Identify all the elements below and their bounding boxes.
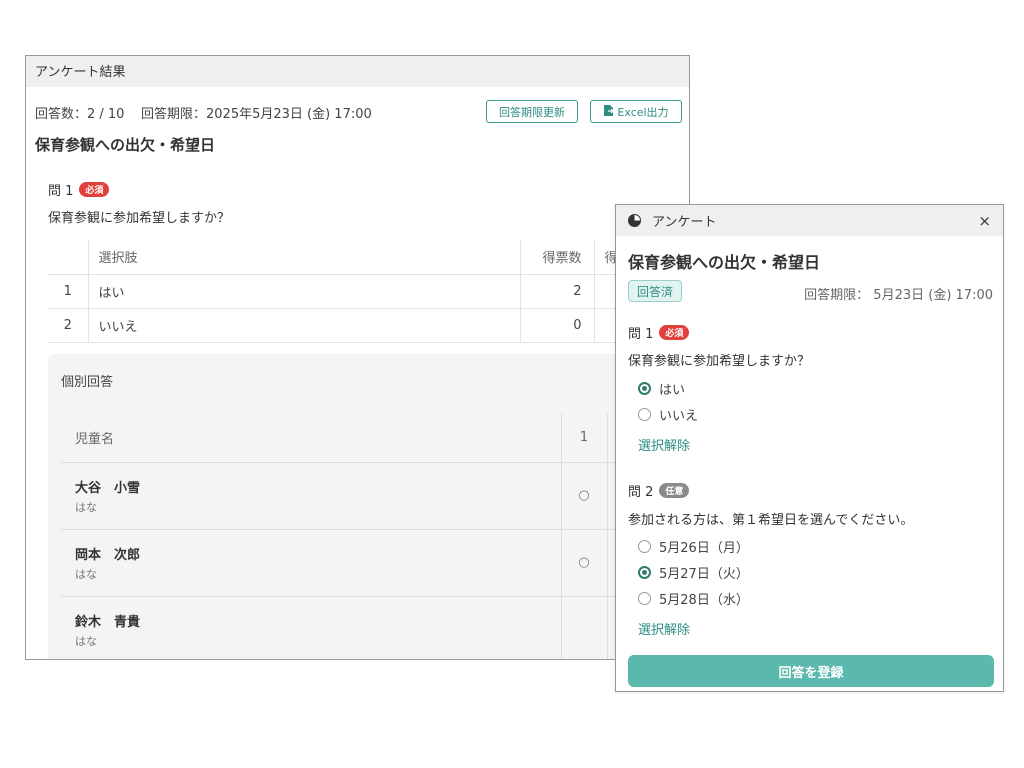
popup-deadline: 回答期限： 5月23日 (金) 17:00 — [804, 288, 993, 303]
export-icon — [603, 104, 615, 119]
q1-clear-selection-link[interactable]: 選択解除 — [638, 435, 690, 454]
popup-titlebar: アンケート × — [616, 205, 1003, 236]
radio-unchecked-icon[interactable] — [638, 408, 651, 421]
child-name: 大谷 小雪 — [75, 480, 141, 496]
class-name: はな — [75, 500, 97, 514]
radio-checked-icon[interactable] — [638, 382, 651, 395]
child-cell: 岡本 次郎 はな — [61, 529, 561, 597]
q2-label: 問 2 任意 — [628, 481, 690, 500]
answer-mark — [560, 596, 608, 659]
row-no: 2 — [48, 308, 89, 343]
results-survey-title: 保育参観への出欠・希望日 — [35, 136, 216, 154]
row-label: いいえ — [88, 308, 521, 343]
row-votes: 0 — [520, 308, 595, 343]
q2-text: 参加される方は、第１希望日を選んでください。 — [628, 513, 914, 528]
option-label: 5月28日（水） — [659, 593, 749, 608]
response-count: 回答数：2 / 10 — [35, 107, 125, 122]
class-name: はな — [75, 567, 97, 581]
child-cell: 鈴木 青貴 はな — [61, 596, 561, 659]
q2-option-may26[interactable]: 5月26日（月） — [638, 537, 749, 556]
renew-deadline-button[interactable]: 回答期限更新 — [486, 100, 578, 123]
q1-option-yes[interactable]: はい — [638, 379, 685, 398]
row-no: 1 — [48, 274, 89, 309]
q2-option-may27[interactable]: 5月27日（火） — [638, 563, 749, 582]
header-no — [48, 240, 89, 275]
excel-export-label: Excel出力 — [617, 105, 669, 119]
q2-option-may28[interactable]: 5月28日（水） — [638, 589, 749, 608]
popup-survey-title: 保育参観への出欠・希望日 — [628, 253, 821, 272]
option-label: はい — [659, 383, 686, 398]
results-window-title: アンケート結果 — [26, 56, 689, 87]
required-badge: 必須 — [659, 325, 690, 340]
results-deadline: 回答期限：2025年5月23日 (金) 17:00 — [141, 107, 372, 122]
individual-responses-table: 児童名 1 大谷 小雪 はな ○ 岡本 次郎 はな ○ 鈴木 青貴 はな — [61, 414, 689, 659]
question-number: 問 2 — [628, 485, 654, 500]
options-table-header: 選択肢 得票数 得 — [48, 240, 689, 275]
child-name: 鈴木 青貴 — [75, 614, 141, 630]
option-label: 5月27日（火） — [659, 567, 749, 582]
header-votes: 得票数 — [520, 240, 595, 275]
table-row: 岡本 次郎 はな ○ — [61, 529, 689, 597]
pie-chart-icon — [628, 214, 641, 227]
question-number: 問 1 — [628, 327, 654, 342]
survey-popup: アンケート × 保育参観への出欠・希望日 回答済 回答期限： 5月23日 (金)… — [615, 204, 1004, 692]
excel-export-button[interactable]: Excel出力 — [590, 100, 682, 123]
radio-checked-icon[interactable] — [638, 566, 651, 579]
status-badge: 回答済 — [628, 280, 683, 302]
close-icon[interactable]: × — [978, 212, 991, 230]
q1-text: 保育参観に参加希望しますか？ — [628, 354, 811, 369]
individual-responses-title: 個別回答 — [61, 375, 114, 390]
header-q1: 1 — [560, 414, 608, 463]
individual-responses-panel: 個別回答 児童名 1 大谷 小雪 はな ○ 岡本 次郎 はな ○ 鈴木 青貴 は… — [48, 354, 689, 659]
results-question-text: 保育参観に参加希望しますか？ — [48, 211, 231, 226]
survey-results-window: アンケート結果 回答数：2 / 10 回答期限：2025年5月23日 (金) 1… — [25, 55, 690, 660]
table-row: 大谷 小雪 はな ○ — [61, 462, 689, 530]
child-cell: 大谷 小雪 はな — [61, 462, 561, 530]
radio-unchecked-icon[interactable] — [638, 540, 651, 553]
q1-option-no[interactable]: いいえ — [638, 405, 698, 424]
answer-mark: ○ — [560, 462, 608, 530]
answer-mark: ○ — [560, 529, 608, 597]
table-row: 2 いいえ 0 — [48, 308, 689, 343]
option-label: 5月26日（月） — [659, 541, 749, 556]
q2-clear-selection-link[interactable]: 選択解除 — [638, 619, 690, 638]
row-label: はい — [88, 274, 521, 309]
question-number: 問 1 — [48, 184, 74, 199]
header-choice: 選択肢 — [88, 240, 521, 275]
option-label: いいえ — [659, 409, 699, 424]
results-meta: 回答数：2 / 10 回答期限：2025年5月23日 (金) 17:00 — [35, 103, 372, 122]
individual-table-header: 児童名 1 — [61, 414, 689, 463]
results-question-label: 問 1 必須 — [48, 180, 110, 199]
row-votes: 2 — [520, 274, 595, 309]
q1-label: 問 1 必須 — [628, 323, 690, 342]
table-row: 鈴木 青貴 はな — [61, 596, 689, 659]
popup-window-title: アンケート — [652, 215, 717, 230]
submit-answer-button[interactable]: 回答を登録 — [628, 655, 994, 687]
options-table: 選択肢 得票数 得 1 はい 2 2 いいえ 0 — [48, 240, 689, 343]
class-name: はな — [75, 634, 97, 648]
header-child-name: 児童名 — [61, 414, 561, 463]
table-row: 1 はい 2 — [48, 274, 689, 309]
required-badge: 必須 — [79, 182, 110, 197]
child-name: 岡本 次郎 — [75, 547, 141, 563]
radio-unchecked-icon[interactable] — [638, 592, 651, 605]
optional-badge: 任意 — [659, 483, 690, 498]
renew-deadline-label: 回答期限更新 — [499, 105, 565, 119]
